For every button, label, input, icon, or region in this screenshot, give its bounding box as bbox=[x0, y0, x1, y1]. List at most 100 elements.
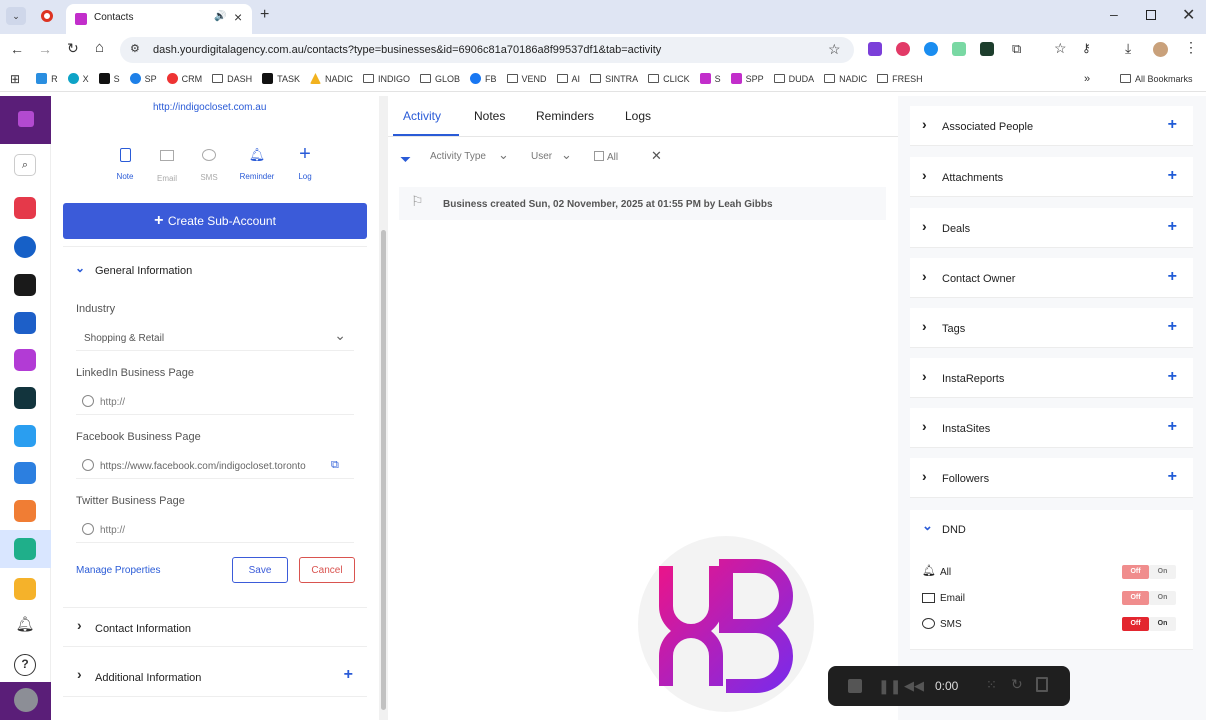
tab-list-button[interactable]: ⌄ bbox=[6, 7, 26, 25]
dnd-on-toggle[interactable]: On bbox=[1149, 617, 1176, 631]
url-field[interactable]: ⚙ dash.yourdigitalagency.com.au/contacts… bbox=[120, 37, 854, 63]
agency-logo[interactable] bbox=[0, 96, 51, 144]
scrollbar[interactable] bbox=[379, 96, 388, 720]
dnd-on-toggle[interactable]: On bbox=[1149, 565, 1176, 579]
tasks-check-icon[interactable] bbox=[14, 236, 36, 258]
home-icon[interactable]: ⌂ bbox=[95, 39, 104, 56]
bookmark-folder[interactable]: FRESH bbox=[877, 74, 923, 84]
bookmark-folder[interactable]: DASH bbox=[212, 74, 252, 84]
scrollbar-thumb[interactable] bbox=[381, 230, 386, 710]
bookmark-star-icon[interactable]: ☆ bbox=[828, 41, 841, 58]
bookmark-item[interactable]: SPP bbox=[730, 73, 764, 84]
active-rail-item[interactable] bbox=[0, 530, 51, 568]
puzzle-icon[interactable]: ⧉ bbox=[1012, 41, 1021, 57]
tab-reminders[interactable]: Reminders bbox=[536, 109, 594, 123]
create-sub-account-button[interactable]: + Create Sub-Account bbox=[63, 203, 367, 239]
bookmark-folder[interactable]: AI bbox=[556, 74, 580, 84]
notification-bell-icon[interactable]: 🔔︎ bbox=[14, 615, 36, 637]
section-deals[interactable]: › Deals + bbox=[910, 208, 1193, 248]
bookmark-item[interactable]: CRM bbox=[166, 73, 202, 84]
linkedin-input[interactable]: http:// bbox=[76, 389, 354, 415]
add-icon[interactable]: + bbox=[1168, 318, 1177, 336]
pause-icon[interactable]: ❚❚ bbox=[878, 678, 901, 695]
contact-information-section[interactable]: › Contact Information bbox=[63, 607, 367, 647]
bookmark-folder[interactable]: CLICK bbox=[648, 74, 690, 84]
extension-icon[interactable] bbox=[924, 42, 938, 56]
quick-action-log[interactable]: + Log bbox=[291, 144, 319, 181]
add-icon[interactable]: + bbox=[1168, 368, 1177, 386]
search-icon[interactable]: ⌕ bbox=[14, 154, 36, 176]
add-icon[interactable]: + bbox=[1168, 268, 1177, 286]
back-icon[interactable]: ← bbox=[10, 41, 24, 57]
reload-icon[interactable]: ↻ bbox=[67, 40, 79, 57]
folders-icon[interactable] bbox=[14, 462, 36, 484]
dnd-on-toggle[interactable]: On bbox=[1149, 591, 1176, 605]
browser-tab-contacts[interactable]: Contacts 🔊 × bbox=[66, 4, 252, 34]
dnd-off-toggle[interactable]: Off bbox=[1122, 591, 1149, 605]
apps-grid-icon[interactable]: ⊞ bbox=[10, 72, 20, 86]
add-icon[interactable]: + bbox=[1168, 116, 1177, 134]
general-info-header[interactable]: ⌄ General Information bbox=[63, 247, 367, 293]
bookmark-folder[interactable]: DUDA bbox=[773, 74, 814, 84]
bookmark-folder[interactable]: INDIGO bbox=[362, 74, 410, 84]
activity-type-filter[interactable]: Activity Type ⌄ bbox=[430, 147, 510, 162]
save-button[interactable]: Save bbox=[232, 557, 288, 583]
dnd-off-toggle[interactable]: Off bbox=[1122, 565, 1149, 579]
clear-filter-icon[interactable]: ✕ bbox=[651, 148, 662, 164]
add-icon[interactable]: + bbox=[1168, 468, 1177, 486]
tab-logs[interactable]: Logs bbox=[625, 109, 651, 123]
quick-action-reminder[interactable]: 🔔︎ Reminder bbox=[235, 148, 279, 182]
bookmark-item[interactable]: S bbox=[699, 73, 721, 84]
section-associated-people[interactable]: › Associated People + bbox=[910, 106, 1193, 146]
restart-icon[interactable]: ↻ bbox=[1011, 676, 1023, 693]
extension-icon[interactable] bbox=[952, 42, 966, 56]
bookmark-item[interactable]: TASK bbox=[262, 73, 300, 84]
dnd-off-toggle[interactable]: Off bbox=[1122, 617, 1149, 631]
profile-avatar-icon[interactable] bbox=[1153, 42, 1168, 57]
bookmark-folder[interactable]: VEND bbox=[506, 74, 547, 84]
tab-audio-icon[interactable]: 🔊 bbox=[214, 11, 226, 22]
extension-icon[interactable] bbox=[896, 42, 910, 56]
all-bookmarks[interactable]: All Bookmarks bbox=[1120, 74, 1193, 84]
quick-action-email[interactable]: Email bbox=[151, 148, 183, 183]
tab-activity[interactable]: Activity bbox=[403, 109, 441, 123]
section-tags[interactable]: › Tags + bbox=[910, 308, 1193, 348]
section-attachments[interactable]: › Attachments + bbox=[910, 157, 1193, 197]
facebook-input[interactable]: https://www.facebook.com/indigocloset.to… bbox=[76, 453, 354, 479]
rewind-icon[interactable]: ◀◀ bbox=[904, 678, 924, 694]
quick-action-sms[interactable]: SMS bbox=[193, 148, 225, 182]
twitter-input[interactable]: http:// bbox=[76, 517, 354, 543]
bookmarks-overflow-icon[interactable]: » bbox=[1084, 73, 1090, 85]
password-key-icon[interactable]: ⚷ bbox=[1082, 41, 1091, 55]
sparkle-icon[interactable] bbox=[14, 387, 36, 409]
user-filter[interactable]: User ⌄ bbox=[531, 147, 581, 162]
bookmark-folder[interactable]: NADIC bbox=[824, 74, 867, 84]
add-icon[interactable]: + bbox=[344, 666, 353, 684]
site-info-icon[interactable]: ⚙ bbox=[130, 42, 140, 55]
bookmark-item[interactable]: S bbox=[98, 73, 120, 84]
download-icon[interactable]: ⤓ bbox=[1125, 40, 1131, 57]
help-icon[interactable]: ? bbox=[14, 654, 36, 676]
menu-kebab-icon[interactable]: ⋮ bbox=[1184, 39, 1198, 56]
notes-icon[interactable] bbox=[14, 500, 36, 522]
tab-close-icon[interactable]: × bbox=[234, 9, 242, 25]
chevron-down-icon[interactable]: ⌄ bbox=[922, 518, 933, 534]
launchpad-icon[interactable] bbox=[14, 197, 36, 219]
date-filter[interactable]: All bbox=[594, 151, 654, 163]
extension-icon[interactable] bbox=[868, 42, 882, 56]
close-window-icon[interactable]: ✕ bbox=[1182, 5, 1195, 25]
bookmark-item[interactable]: SP bbox=[129, 73, 157, 84]
new-tab-icon[interactable]: + bbox=[260, 6, 269, 24]
tab-notes[interactable]: Notes bbox=[474, 109, 505, 123]
stop-icon[interactable] bbox=[848, 679, 862, 693]
documents-icon[interactable] bbox=[14, 425, 36, 447]
grid-icon[interactable]: ⁙ bbox=[986, 677, 997, 693]
sticky-note-icon[interactable] bbox=[14, 578, 36, 600]
additional-information-section[interactable]: › Additional Information + bbox=[63, 657, 367, 697]
manage-properties-link[interactable]: Manage Properties bbox=[76, 565, 161, 576]
bookmark-folder[interactable]: SINTRA bbox=[590, 74, 638, 84]
restore-icon[interactable] bbox=[1146, 10, 1156, 20]
section-contact-owner[interactable]: › Contact Owner + bbox=[910, 258, 1193, 298]
forward-icon[interactable]: → bbox=[38, 41, 52, 57]
minimize-icon[interactable]: – bbox=[1110, 6, 1118, 22]
